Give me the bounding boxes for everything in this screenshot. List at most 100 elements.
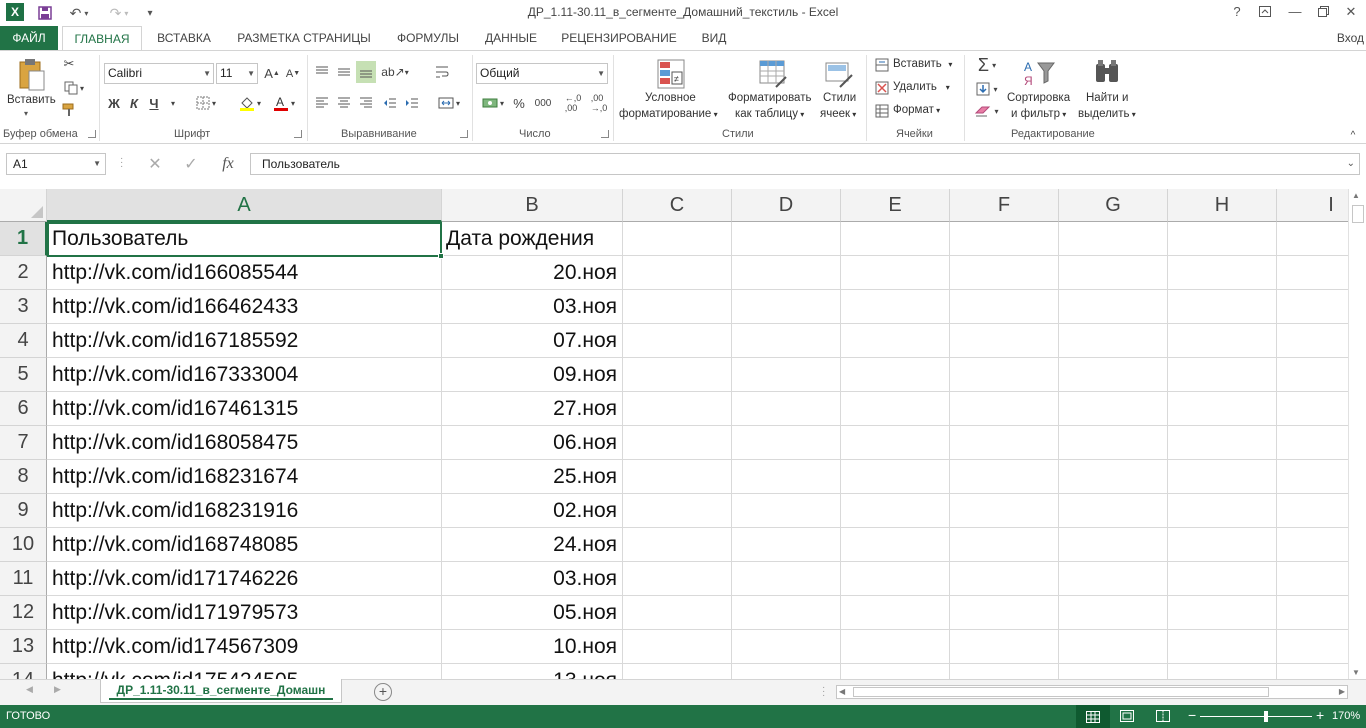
clear-icon[interactable]: ▾ [970,101,1004,121]
empty-cell[interactable] [1059,664,1168,679]
row-header[interactable]: 8 [0,460,47,494]
empty-cell[interactable] [950,426,1059,460]
empty-cell[interactable] [732,562,841,596]
page-layout-view-icon[interactable] [1120,710,1134,725]
cell-b1-header[interactable]: Дата рождения [442,222,623,256]
empty-cell[interactable] [950,358,1059,392]
name-box[interactable]: A1 ▼ [6,153,106,175]
font-color-icon[interactable]: A ▾ [268,93,300,113]
empty-cell[interactable] [1059,528,1168,562]
empty-cell[interactable] [841,426,950,460]
zoom-slider[interactable] [1200,711,1312,722]
align-center-icon[interactable] [334,93,354,113]
zoom-slider-thumb[interactable] [1264,711,1268,722]
alignment-launcher-icon[interactable] [460,130,468,138]
empty-cell[interactable] [732,222,841,256]
fill-handle[interactable] [438,253,444,259]
empty-cell[interactable] [1059,494,1168,528]
cell-birth-date[interactable]: 10.ноя [442,630,623,664]
empty-cell[interactable] [950,324,1059,358]
empty-cell[interactable] [1277,596,1348,630]
font-size-combo[interactable]: 11 ▼ [216,63,258,84]
column-header-a[interactable]: A [47,189,442,222]
cell-user-link[interactable]: http://vk.com/id168058475 [47,426,442,460]
font-name-combo[interactable]: Calibri ▼ [104,63,214,84]
zoom-level[interactable]: 170% [1332,710,1360,722]
empty-cell[interactable] [841,358,950,392]
borders-icon[interactable]: ▾ [190,93,222,113]
format-as-table-icon[interactable] [756,55,790,93]
row-header[interactable]: 2 [0,256,47,290]
empty-cell[interactable] [841,596,950,630]
cell-user-link[interactable]: http://vk.com/id175424505 [47,664,442,679]
empty-cell[interactable] [950,256,1059,290]
ribbon-display-options-icon[interactable] [1254,2,1276,22]
format-cells-icon[interactable] [874,103,890,119]
vertical-scrollbar[interactable]: ▲ ▼ [1348,189,1366,679]
empty-cell[interactable] [1059,324,1168,358]
row-header[interactable]: 7 [0,426,47,460]
expand-formula-icon[interactable]: ⌄ [1347,154,1355,174]
delete-cells-button[interactable]: Удалить ▾ [893,81,950,93]
cell-styles-button[interactable]: ячеек ▾ [820,108,856,120]
underline-button[interactable]: Ч [146,93,162,113]
empty-cell[interactable] [1059,358,1168,392]
empty-cell[interactable] [950,664,1059,679]
close-button[interactable]: ✕ [1340,2,1362,22]
orientation-icon[interactable]: ab↗ ▾ [380,61,410,83]
format-cells-button[interactable]: Формат ▾ [893,104,940,116]
empty-cell[interactable] [841,324,950,358]
scroll-sheets-right-icon[interactable]: ▶ [54,684,61,695]
decrease-indent-icon[interactable] [380,93,400,113]
italic-button[interactable]: К [126,93,142,113]
empty-cell[interactable] [1277,460,1348,494]
empty-cell[interactable] [732,664,841,679]
cell-birth-date[interactable]: 03.ноя [442,562,623,596]
empty-cell[interactable] [1277,324,1348,358]
underline-dropdown-icon[interactable]: ▾ [166,93,180,113]
autosum-icon[interactable]: Σ ▾ [970,55,1004,75]
tab-view[interactable]: ВИД [692,26,736,50]
empty-cell[interactable] [841,392,950,426]
sort-filter-icon[interactable]: АЯ [1018,55,1058,91]
fill-color-icon[interactable]: ▾ [234,93,266,113]
scroll-down-icon[interactable]: ▼ [1352,668,1360,677]
increase-indent-icon[interactable] [402,93,422,113]
empty-cell[interactable] [1168,596,1277,630]
empty-cell[interactable] [732,494,841,528]
empty-cell[interactable] [732,460,841,494]
row-header[interactable]: 10 [0,528,47,562]
empty-cell[interactable] [1277,494,1348,528]
number-launcher-icon[interactable] [601,130,609,138]
row-header[interactable]: 1 [0,222,47,256]
cell-birth-date[interactable]: 03.ноя [442,290,623,324]
cell-birth-date[interactable]: 02.ноя [442,494,623,528]
formula-bar-grip-icon[interactable]: · · · [120,154,123,172]
tab-data[interactable]: ДАННЫЕ [476,26,546,50]
empty-cell[interactable] [1059,222,1168,256]
empty-cell[interactable] [841,562,950,596]
cell-user-link[interactable]: http://vk.com/id167333004 [47,358,442,392]
cell-user-link[interactable]: http://vk.com/id171746226 [47,562,442,596]
paste-button[interactable]: Вставить [7,94,56,106]
empty-cell[interactable] [1277,528,1348,562]
empty-cell[interactable] [841,222,950,256]
tab-home[interactable]: ГЛАВНАЯ [62,26,142,51]
empty-cell[interactable] [732,358,841,392]
cell-user-link[interactable]: http://vk.com/id166462433 [47,290,442,324]
empty-cell[interactable] [1059,596,1168,630]
collapse-ribbon-icon[interactable]: ^ [1346,129,1360,141]
empty-cell[interactable] [1277,630,1348,664]
empty-cell[interactable] [623,528,732,562]
percent-style-button[interactable]: % [512,93,526,113]
tab-formulas[interactable]: ФОРМУЛЫ [388,26,468,50]
empty-cell[interactable] [732,256,841,290]
empty-cell[interactable] [1059,256,1168,290]
sheet-tab-active[interactable]: ДР_1.11-30.11_в_сегменте_Домашн [100,679,342,703]
empty-cell[interactable] [623,630,732,664]
vertical-scroll-thumb[interactable] [1352,205,1364,223]
clipboard-launcher-icon[interactable] [88,130,96,138]
empty-cell[interactable] [732,528,841,562]
cell-birth-date[interactable]: 24.ноя [442,528,623,562]
column-header-c[interactable]: C [623,189,732,222]
